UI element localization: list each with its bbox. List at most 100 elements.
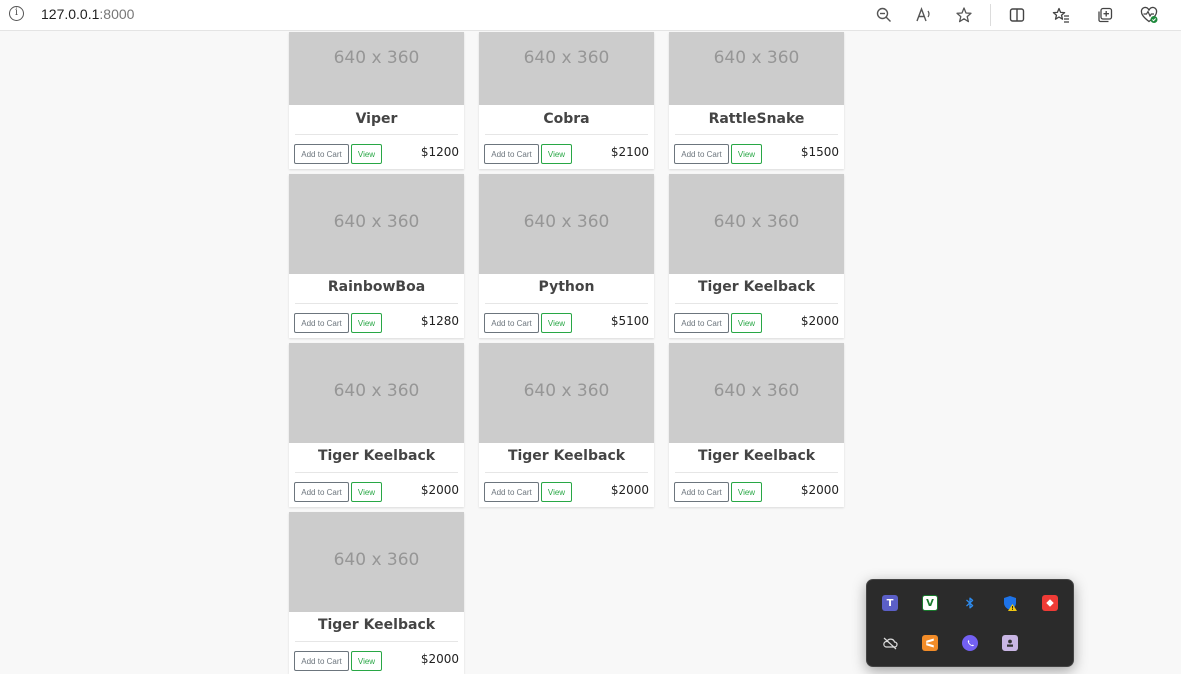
product-name: Tiger Keelback bbox=[317, 617, 436, 633]
image-size-text: 640 x 360 bbox=[523, 381, 610, 401]
url-port: :8000 bbox=[99, 6, 135, 22]
view-button[interactable]: View bbox=[731, 482, 762, 502]
image-size-text: 640 x 360 bbox=[333, 550, 420, 570]
product-name: Tiger Keelback bbox=[697, 279, 816, 295]
view-button[interactable]: View bbox=[541, 144, 572, 164]
view-button[interactable]: View bbox=[731, 144, 762, 164]
add-to-cart-button[interactable]: Add to Cart bbox=[674, 144, 729, 164]
windows-security-warning-icon[interactable]: ! bbox=[1002, 595, 1018, 611]
collections-icon[interactable] bbox=[1094, 4, 1116, 26]
card-divider bbox=[295, 134, 458, 135]
add-to-cart-button[interactable]: Add to Cart bbox=[294, 482, 349, 502]
product-image-placeholder: 640 x 360 bbox=[669, 32, 844, 105]
add-to-cart-button[interactable]: Add to Cart bbox=[484, 313, 539, 333]
product-card: 640 x 360 Tiger Keelback Add to Cart Vie… bbox=[669, 343, 844, 507]
product-card: 640 x 360 Tiger Keelback Add to Cart Vie… bbox=[289, 343, 464, 507]
product-price: $1500 bbox=[800, 145, 839, 159]
product-price: $1200 bbox=[420, 145, 459, 159]
product-card: 640 x 360 RattleSnake Add to Cart View $… bbox=[669, 32, 844, 169]
product-card: 640 x 360 Viper Add to Cart View $1200 bbox=[289, 32, 464, 169]
product-name: RainbowBoa bbox=[327, 279, 426, 295]
anydesk-icon[interactable] bbox=[1042, 595, 1058, 611]
product-name: Python bbox=[538, 279, 595, 295]
product-image-placeholder: 640 x 360 bbox=[669, 343, 844, 443]
viber-icon[interactable] bbox=[962, 635, 978, 651]
product-price: $1280 bbox=[420, 314, 459, 328]
product-image-placeholder: 640 x 360 bbox=[289, 32, 464, 105]
add-to-cart-button[interactable]: Add to Cart bbox=[674, 313, 729, 333]
product-price: $2000 bbox=[420, 652, 459, 666]
product-name: Cobra bbox=[543, 111, 590, 127]
product-price: $2000 bbox=[800, 314, 839, 328]
product-image-placeholder: 640 x 360 bbox=[289, 512, 464, 612]
product-image-placeholder: 640 x 360 bbox=[479, 32, 654, 105]
product-card: 640 x 360 RainbowBoa Add to Cart View $1… bbox=[289, 174, 464, 338]
image-size-text: 640 x 360 bbox=[333, 381, 420, 401]
view-button[interactable]: View bbox=[351, 482, 382, 502]
product-price: $2000 bbox=[420, 483, 459, 497]
add-to-cart-button[interactable]: Add to Cart bbox=[294, 144, 349, 164]
add-to-cart-button[interactable]: Add to Cart bbox=[484, 144, 539, 164]
image-size-text: 640 x 360 bbox=[713, 212, 800, 232]
view-button[interactable]: View bbox=[351, 313, 382, 333]
product-image-placeholder: 640 x 360 bbox=[479, 343, 654, 443]
product-image-placeholder: 640 x 360 bbox=[289, 174, 464, 274]
view-button[interactable]: View bbox=[731, 313, 762, 333]
add-to-cart-button[interactable]: Add to Cart bbox=[484, 482, 539, 502]
product-price: $2100 bbox=[610, 145, 649, 159]
product-image-placeholder: 640 x 360 bbox=[669, 174, 844, 274]
browser-essentials-icon[interactable] bbox=[1138, 4, 1160, 26]
toolbar-divider bbox=[990, 4, 991, 26]
product-price: $2000 bbox=[800, 483, 839, 497]
app-tray-icon[interactable] bbox=[1002, 635, 1018, 651]
teams-icon[interactable]: T bbox=[882, 595, 898, 611]
url-host: 127.0.0.1 bbox=[41, 6, 100, 22]
view-button[interactable]: View bbox=[351, 144, 382, 164]
address-bar[interactable]: 127.0.0.1:8000 bbox=[41, 6, 134, 22]
favorites-icon[interactable] bbox=[1050, 4, 1072, 26]
product-name: Viper bbox=[355, 111, 398, 127]
card-divider bbox=[485, 134, 648, 135]
product-name: RattleSnake bbox=[708, 111, 805, 127]
card-divider bbox=[675, 472, 838, 473]
svg-text:!: ! bbox=[1011, 606, 1013, 611]
system-tray-flyout: T V ! bbox=[866, 579, 1074, 667]
card-divider bbox=[485, 303, 648, 304]
view-button[interactable]: View bbox=[541, 313, 572, 333]
browser-toolbar: i 127.0.0.1:8000 bbox=[0, 0, 1181, 31]
favorite-star-icon[interactable] bbox=[953, 4, 975, 26]
sublime-text-icon[interactable] bbox=[922, 635, 938, 651]
card-divider bbox=[485, 472, 648, 473]
onedrive-offline-icon[interactable] bbox=[882, 635, 898, 651]
image-size-text: 640 x 360 bbox=[523, 212, 610, 232]
product-card: 640 x 360 Tiger Keelback Add to Cart Vie… bbox=[479, 343, 654, 507]
image-size-text: 640 x 360 bbox=[523, 48, 610, 68]
card-divider bbox=[675, 303, 838, 304]
bluetooth-icon[interactable] bbox=[962, 595, 978, 611]
zoom-icon[interactable] bbox=[873, 4, 895, 26]
product-card: 640 x 360 Tiger Keelback Add to Cart Vie… bbox=[289, 512, 464, 674]
image-size-text: 640 x 360 bbox=[333, 212, 420, 232]
card-divider bbox=[295, 641, 458, 642]
product-name: Tiger Keelback bbox=[507, 448, 626, 464]
view-button[interactable]: View bbox=[541, 482, 572, 502]
view-button[interactable]: View bbox=[351, 651, 382, 671]
read-aloud-icon[interactable] bbox=[913, 4, 935, 26]
image-size-text: 640 x 360 bbox=[333, 48, 420, 68]
veracrypt-icon[interactable]: V bbox=[922, 595, 938, 611]
product-card: 640 x 360 Python Add to Cart View $5100 bbox=[479, 174, 654, 338]
product-name: Tiger Keelback bbox=[697, 448, 816, 464]
image-size-text: 640 x 360 bbox=[713, 48, 800, 68]
product-image-placeholder: 640 x 360 bbox=[479, 174, 654, 274]
site-info-icon[interactable]: i bbox=[9, 6, 24, 21]
product-card: 640 x 360 Cobra Add to Cart View $2100 bbox=[479, 32, 654, 169]
product-price: $2000 bbox=[610, 483, 649, 497]
card-divider bbox=[675, 134, 838, 135]
add-to-cart-button[interactable]: Add to Cart bbox=[674, 482, 729, 502]
card-divider bbox=[295, 303, 458, 304]
split-screen-icon[interactable] bbox=[1006, 4, 1028, 26]
product-name: Tiger Keelback bbox=[317, 448, 436, 464]
add-to-cart-button[interactable]: Add to Cart bbox=[294, 651, 349, 671]
product-card: 640 x 360 Tiger Keelback Add to Cart Vie… bbox=[669, 174, 844, 338]
add-to-cart-button[interactable]: Add to Cart bbox=[294, 313, 349, 333]
